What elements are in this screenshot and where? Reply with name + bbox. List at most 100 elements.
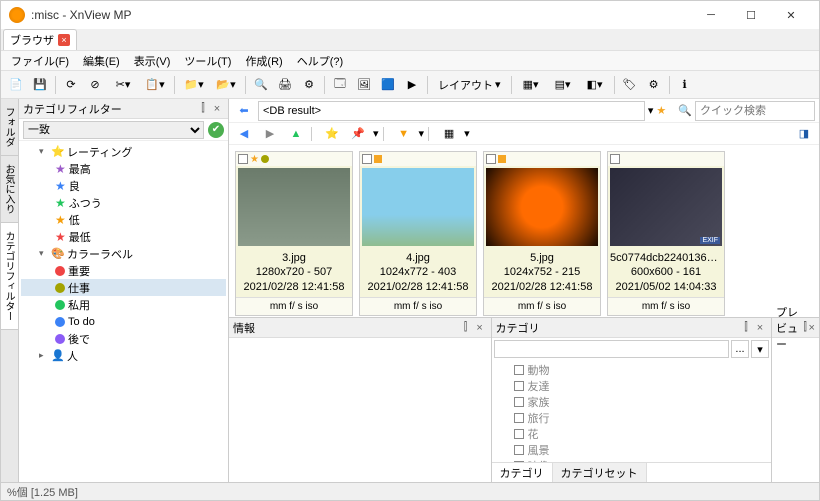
tb-compare-icon[interactable]: 🗔 [329, 74, 351, 96]
tb-stop-icon[interactable]: ⊘ [84, 74, 106, 96]
nav-up-icon[interactable]: ▲ [285, 123, 307, 145]
menu-tools[interactable]: ツール(T) [178, 51, 237, 71]
checkbox[interactable] [514, 429, 524, 439]
cat-tab-set[interactable]: カテゴリセット [553, 463, 647, 482]
menu-help[interactable]: ヘルプ(?) [291, 51, 349, 71]
tb-layout-button[interactable]: レイアウト ▾ [432, 75, 507, 95]
tb-copy-icon[interactable]: 📋▾ [140, 74, 170, 96]
tb-view3-icon[interactable]: ◧▾ [580, 74, 610, 96]
menu-edit[interactable]: 編集(E) [77, 51, 126, 71]
pin2-icon[interactable]: 📌 [347, 123, 369, 145]
rating-item[interactable]: ★ふつう [21, 194, 226, 211]
maximize-button[interactable]: ☐ [731, 1, 771, 29]
dropdown-icon[interactable]: ▾ [648, 104, 654, 117]
tb-refresh-icon[interactable]: ⟳ [60, 74, 82, 96]
thumbnail[interactable]: 4.jpg1024x772 - 4032021/02/28 12:41:58 m… [359, 151, 477, 316]
tab-close-icon[interactable]: × [58, 34, 70, 46]
menu-file[interactable]: ファイル(F) [5, 51, 75, 71]
category-item[interactable]: 風景 [494, 442, 769, 458]
menu-view[interactable]: 表示(V) [128, 51, 177, 71]
color-label-item[interactable]: 重要 [21, 262, 226, 279]
category-dropdown-icon[interactable]: ... [731, 340, 749, 358]
tab-browser[interactable]: ブラウザ × [3, 29, 77, 50]
thumbnail[interactable]: ★ 3.jpg1280x720 - 5072021/02/28 12:41:58… [235, 151, 353, 316]
tb-info-icon[interactable]: ℹ [674, 74, 696, 96]
vtab-category-filter[interactable]: カテゴリフィルター [1, 223, 18, 330]
tb-batch-icon[interactable]: ⚙ [298, 74, 320, 96]
tb-save-icon[interactable]: 💾 [29, 74, 51, 96]
tree-person[interactable]: ▸ 👤 人 [21, 347, 226, 364]
category-dropdown2-icon[interactable]: ▾ [751, 340, 769, 358]
expand-icon[interactable]: ▸ [39, 350, 49, 361]
checkbox[interactable] [238, 154, 248, 164]
match-select[interactable]: 一致 [23, 121, 204, 139]
apply-filter-icon[interactable]: ✔ [208, 122, 224, 138]
category-input[interactable] [494, 340, 729, 358]
rating-item[interactable]: ★最低 [21, 228, 226, 245]
color-label-item[interactable]: 後で [21, 330, 226, 347]
tb-view2-icon[interactable]: ▤▾ [548, 74, 578, 96]
checkbox[interactable] [362, 154, 372, 164]
rating-item[interactable]: ★低 [21, 211, 226, 228]
checkbox[interactable] [610, 154, 620, 164]
star-icon[interactable]: ★ [656, 104, 666, 117]
nav-fwd-icon[interactable]: ▶ [259, 123, 281, 145]
rating-item[interactable]: ★最高 [21, 160, 226, 177]
checkbox[interactable] [514, 413, 524, 423]
category-item[interactable]: 花 [494, 426, 769, 442]
tb-cut-icon[interactable]: ✂▾ [108, 74, 138, 96]
panel-close-icon[interactable]: × [473, 322, 487, 334]
checkbox[interactable] [514, 397, 524, 407]
category-item[interactable]: 家族 [494, 394, 769, 410]
panel-close-icon[interactable]: × [753, 322, 767, 334]
category-item[interactable]: 動物 [494, 362, 769, 378]
tb-edit-icon[interactable]: 🖼 [353, 74, 375, 96]
search-input[interactable] [695, 101, 815, 121]
thumbnail[interactable]: EXIF 5c0774dcb2240136eb0de6...600x600 - … [607, 151, 725, 316]
pin-icon[interactable]: ⫿ [196, 102, 210, 115]
panel-close-icon[interactable]: × [808, 322, 815, 334]
checkbox[interactable] [486, 154, 496, 164]
tree-color-label[interactable]: ▾ 🎨 カラーラベル [21, 245, 226, 262]
pin-icon[interactable]: ⫿ [459, 321, 473, 334]
pin-icon[interactable]: ⫿ [802, 321, 809, 334]
checkbox[interactable] [514, 365, 524, 375]
color-label-item[interactable]: 私用 [21, 296, 226, 313]
tb-search-icon[interactable]: 🔍 [250, 74, 272, 96]
collapse-icon[interactable]: ▾ [39, 248, 49, 259]
collapse-icon[interactable]: ▾ [39, 146, 49, 157]
minimize-button[interactable]: ─ [691, 1, 731, 29]
pin-icon[interactable]: ⫿ [739, 321, 753, 334]
tb-view1-icon[interactable]: ▦▾ [516, 74, 546, 96]
tb-fullscreen-icon[interactable]: 🟦 [377, 74, 399, 96]
panel-close-icon[interactable]: × [210, 103, 224, 115]
color-label-item[interactable]: 仕事 [21, 279, 226, 296]
vtab-favorites[interactable]: お気に入り [1, 156, 18, 223]
tb-new-icon[interactable]: 📄 [5, 74, 27, 96]
nav-back-icon[interactable]: ◀ [233, 123, 255, 145]
thumb-mode-icon[interactable]: ▦ [438, 123, 460, 145]
cat-tab-category[interactable]: カテゴリ [492, 463, 553, 482]
fav-icon[interactable]: ⭐ [321, 123, 343, 145]
tb-tag-icon[interactable]: 🏷 [619, 74, 641, 96]
menu-create[interactable]: 作成(R) [239, 51, 288, 71]
tb-print-icon[interactable]: 🖨 [274, 74, 296, 96]
address-input[interactable] [258, 101, 645, 121]
category-item[interactable]: 旅行 [494, 410, 769, 426]
rating-item[interactable]: ★良 [21, 177, 226, 194]
tb-gear-icon[interactable]: ⚙ [643, 74, 665, 96]
tb-folder-icon[interactable]: 📁▾ [179, 74, 209, 96]
filter-icon[interactable]: ▼ [393, 123, 415, 145]
tree-rating[interactable]: ▾ ⭐ レーティング [21, 143, 226, 160]
close-button[interactable]: ✕ [771, 1, 811, 29]
detail-toggle-icon[interactable]: ◨ [793, 123, 815, 145]
checkbox[interactable] [514, 445, 524, 455]
thumbnail[interactable]: 5.jpg1024x752 - 2152021/02/28 12:41:58 m… [483, 151, 601, 316]
category-item[interactable]: 友達 [494, 378, 769, 394]
tb-open-icon[interactable]: 📂▾ [211, 74, 241, 96]
vtab-folder[interactable]: フォルダ [1, 99, 18, 156]
color-label-item[interactable]: To do [21, 313, 226, 330]
tb-slideshow-icon[interactable]: ▶ [401, 74, 423, 96]
checkbox[interactable] [514, 381, 524, 391]
back-icon[interactable]: ⬅ [233, 100, 255, 122]
